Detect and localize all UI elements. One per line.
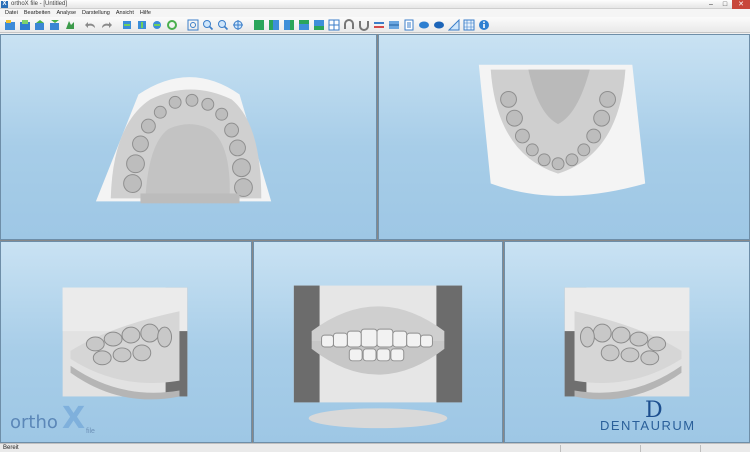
close-button[interactable]: ✕ bbox=[732, 0, 750, 9]
export-icon[interactable] bbox=[33, 18, 47, 32]
arch-upper-icon[interactable] bbox=[342, 18, 356, 32]
ruler-icon[interactable] bbox=[447, 18, 461, 32]
grid-icon[interactable] bbox=[462, 18, 476, 32]
viewport-lower-occlusal[interactable] bbox=[378, 34, 750, 240]
menu-ansicht[interactable]: Ansicht bbox=[113, 9, 137, 17]
dentaurum-logo: D DENTAURUM bbox=[600, 398, 740, 436]
undo-icon[interactable] bbox=[84, 18, 98, 32]
dentaurum-logo-name: DENTAURUM bbox=[600, 418, 696, 433]
viewport-frontal[interactable] bbox=[253, 241, 503, 443]
menu-bearbeiten[interactable]: Bearbeiten bbox=[21, 9, 54, 17]
status-bar: Bereit bbox=[0, 443, 750, 452]
maximize-button[interactable]: □ bbox=[718, 0, 732, 9]
lower-arch-model bbox=[478, 64, 646, 196]
status-text: Bereit bbox=[3, 445, 19, 451]
toolbar-separator bbox=[246, 18, 251, 32]
menu-bar: Datei Bearbeiten Analyse Darstellung Ans… bbox=[0, 9, 750, 17]
upper-arch-model bbox=[95, 77, 272, 204]
arch-lower-icon[interactable] bbox=[357, 18, 371, 32]
orthox-logo-x: X bbox=[62, 401, 86, 436]
center-icon[interactable] bbox=[231, 18, 245, 32]
toolbar-separator bbox=[114, 18, 119, 32]
viewport-upper-occlusal[interactable] bbox=[0, 34, 377, 240]
menu-analyse[interactable]: Analyse bbox=[53, 9, 79, 17]
occlusion-icon[interactable] bbox=[372, 18, 386, 32]
status-divider bbox=[700, 445, 701, 452]
menu-datei[interactable]: Datei bbox=[2, 9, 21, 17]
minimize-button[interactable]: – bbox=[704, 0, 718, 9]
frontal-model bbox=[293, 285, 463, 429]
rotate-model-icon[interactable] bbox=[150, 18, 164, 32]
title-bar: X orthoX file - [Untitled] – □ ✕ bbox=[0, 0, 750, 9]
toolbar-separator bbox=[78, 18, 83, 32]
view-top-icon[interactable] bbox=[297, 18, 311, 32]
zoom-fit-icon[interactable] bbox=[186, 18, 200, 32]
color-icon[interactable] bbox=[417, 18, 431, 32]
rotate-left-icon[interactable] bbox=[120, 18, 134, 32]
status-divider bbox=[560, 445, 561, 452]
open-icon[interactable] bbox=[3, 18, 17, 32]
plane-icon[interactable] bbox=[387, 18, 401, 32]
measure-icon[interactable] bbox=[402, 18, 416, 32]
status-divider bbox=[640, 445, 641, 452]
model-icon[interactable] bbox=[63, 18, 77, 32]
orthox-logo-word: ortho bbox=[10, 412, 58, 433]
layout-icon[interactable] bbox=[327, 18, 341, 32]
import-icon[interactable] bbox=[48, 18, 62, 32]
window-title: orthoX file - [Untitled] bbox=[11, 1, 68, 7]
color2-icon[interactable] bbox=[432, 18, 446, 32]
view-right-icon[interactable] bbox=[282, 18, 296, 32]
view-front-icon[interactable] bbox=[252, 18, 266, 32]
save-icon[interactable] bbox=[18, 18, 32, 32]
app-icon[interactable]: X bbox=[1, 1, 8, 8]
menu-darstellung[interactable]: Darstellung bbox=[79, 9, 113, 17]
zoom-out-icon[interactable] bbox=[216, 18, 230, 32]
window-controls: – □ ✕ bbox=[704, 0, 750, 9]
orthox-logo-file: file bbox=[86, 428, 95, 435]
rotate-right-icon[interactable] bbox=[135, 18, 149, 32]
refresh-icon[interactable] bbox=[165, 18, 179, 32]
toolbar bbox=[0, 17, 750, 33]
orthox-logo: ortho X file bbox=[10, 400, 100, 440]
info-icon[interactable] bbox=[477, 18, 491, 32]
view-bottom-icon[interactable] bbox=[312, 18, 326, 32]
zoom-in-icon[interactable] bbox=[201, 18, 215, 32]
viewport-area bbox=[0, 34, 750, 443]
menu-hilfe[interactable]: Hilfe bbox=[137, 9, 154, 17]
toolbar-separator bbox=[180, 18, 185, 32]
redo-icon[interactable] bbox=[99, 18, 113, 32]
view-left-icon[interactable] bbox=[267, 18, 281, 32]
